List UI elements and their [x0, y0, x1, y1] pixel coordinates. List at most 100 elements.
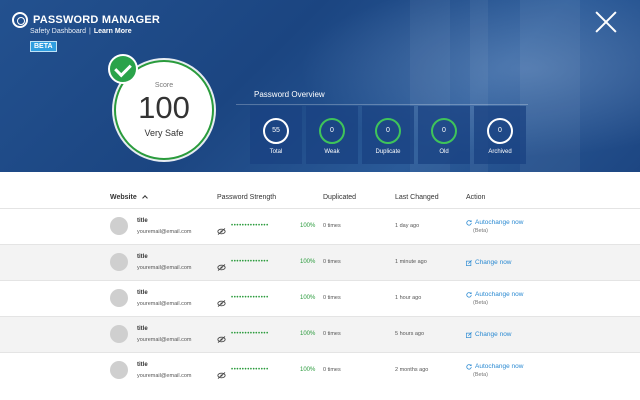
- strength-column-header: Password Strength: [217, 194, 277, 201]
- score-label: Score: [154, 82, 174, 89]
- strength-meter: ••••••••••••••: [231, 223, 269, 229]
- duplicated-value: 0 times: [323, 295, 341, 301]
- table-header: Website Password Strength Duplicated Las…: [0, 188, 640, 208]
- site-email: youremail@email.com: [137, 337, 192, 343]
- close-button[interactable]: [594, 10, 618, 34]
- dashboard-header: PASSWORD MANAGER Safety Dashboard | Lear…: [0, 0, 640, 172]
- strength-percent: 100%: [300, 295, 316, 301]
- avatar: [110, 325, 128, 343]
- autochange-now-link[interactable]: Autochange now: [466, 363, 523, 370]
- score-status: Very Safe: [144, 128, 184, 138]
- overview-card-duplicate[interactable]: 0 Duplicate: [362, 106, 414, 164]
- last-changed-value: 2 months ago: [395, 367, 429, 373]
- checkmark-icon: [108, 54, 138, 84]
- edit-icon: [466, 259, 472, 266]
- site-email: youremail@email.com: [137, 373, 192, 379]
- eye-hidden-icon[interactable]: [217, 222, 226, 235]
- action-beta-note: (Beta): [473, 228, 488, 234]
- site-title: title: [137, 362, 148, 368]
- beta-badge: BETA: [30, 41, 57, 52]
- strength-percent: 100%: [300, 331, 316, 337]
- overview-ring: 0: [375, 118, 401, 144]
- strength-meter: ••••••••••••••: [231, 367, 269, 373]
- page-subtitle: Safety Dashboard: [30, 28, 87, 35]
- overview-card-total[interactable]: 55 Total: [250, 106, 302, 164]
- refresh-icon: [466, 363, 472, 370]
- action-label: Change now: [475, 331, 512, 338]
- app-title: PASSWORD MANAGER: [33, 14, 161, 26]
- site-title: title: [137, 218, 148, 224]
- strength-percent: 100%: [300, 223, 316, 229]
- overview-card-weak[interactable]: 0 Weak: [306, 106, 358, 164]
- overview-label: Archived: [488, 149, 512, 155]
- strength-meter: ••••••••••••••: [231, 331, 269, 337]
- change-now-link[interactable]: Change now: [466, 331, 512, 338]
- website-column-header[interactable]: Website: [110, 194, 148, 201]
- avatar: [110, 361, 128, 379]
- table-row[interactable]: title youremail@email.com •••••••••••••• 10…: [0, 316, 640, 352]
- site-title: title: [137, 290, 148, 296]
- overview-label: Weak: [324, 149, 340, 155]
- overview-title: Password Overview: [254, 90, 325, 99]
- change-now-link[interactable]: Change now: [466, 259, 512, 266]
- avatar: [110, 253, 128, 271]
- site-email: youremail@email.com: [137, 301, 192, 307]
- password-manager-logo-icon: [12, 12, 28, 28]
- score-value: 100: [138, 90, 190, 125]
- overview-ring: 0: [487, 118, 513, 144]
- overview-ring: 0: [431, 118, 457, 144]
- action-column-header: Action: [466, 194, 486, 201]
- autochange-now-link[interactable]: Autochange now: [466, 219, 523, 226]
- duplicated-value: 0 times: [323, 223, 341, 229]
- last-changed-value: 1 minute ago: [395, 259, 427, 265]
- strength-percent: 100%: [300, 367, 316, 373]
- website-header-label: Website: [110, 194, 137, 201]
- edit-icon: [466, 331, 472, 338]
- subtitle-row: Safety Dashboard | Learn More: [30, 28, 132, 35]
- last-changed-value: 1 day ago: [395, 223, 420, 229]
- strength-meter: ••••••••••••••: [231, 259, 269, 265]
- table-row[interactable]: title youremail@email.com •••••••••••••• 10…: [0, 208, 640, 244]
- table-row[interactable]: title youremail@email.com •••••••••••••• 10…: [0, 280, 640, 316]
- action-label: Autochange now: [475, 291, 524, 298]
- subtitle-separator: |: [89, 28, 91, 35]
- overview-label: Total: [269, 149, 283, 155]
- site-email: youremail@email.com: [137, 229, 192, 235]
- eye-hidden-icon[interactable]: [217, 366, 226, 379]
- site-email: youremail@email.com: [137, 265, 192, 271]
- learn-more-link[interactable]: Learn More: [94, 28, 132, 35]
- table-row[interactable]: title youremail@email.com •••••••••••••• 10…: [0, 352, 640, 388]
- brand: PASSWORD MANAGER: [12, 12, 160, 28]
- sort-ascending-icon: [141, 195, 148, 201]
- action-beta-note: (Beta): [473, 372, 488, 378]
- eye-hidden-icon[interactable]: [217, 294, 226, 307]
- refresh-icon: [466, 291, 472, 298]
- action-beta-note: (Beta): [473, 300, 488, 306]
- duplicated-column-header: Duplicated: [323, 194, 357, 201]
- eye-hidden-icon[interactable]: [217, 258, 226, 271]
- overview-divider: [236, 104, 528, 105]
- table-row[interactable]: title youremail@email.com •••••••••••••• 10…: [0, 244, 640, 280]
- last-changed-value: 5 hours ago: [395, 331, 425, 337]
- strength-meter: ••••••••••••••: [231, 295, 269, 301]
- eye-hidden-icon[interactable]: [217, 330, 226, 343]
- overview-cards: 55 Total 0 Weak 0 Duplicate 0 Old 0 Arch…: [250, 106, 530, 164]
- site-title: title: [137, 326, 148, 332]
- overview-label: Duplicate: [375, 149, 401, 155]
- duplicated-value: 0 times: [323, 259, 341, 265]
- action-label: Autochange now: [475, 363, 524, 370]
- duplicated-value: 0 times: [323, 331, 341, 337]
- autochange-now-link[interactable]: Autochange now: [466, 291, 523, 298]
- last-changed-value: 1 hour ago: [395, 295, 422, 301]
- duplicated-value: 0 times: [323, 367, 341, 373]
- action-label: Change now: [475, 259, 512, 266]
- overview-ring: 0: [319, 118, 345, 144]
- action-label: Autochange now: [475, 219, 524, 226]
- avatar: [110, 289, 128, 307]
- overview-card-archived[interactable]: 0 Archived: [474, 106, 526, 164]
- refresh-icon: [466, 219, 472, 226]
- overview-card-old[interactable]: 0 Old: [418, 106, 470, 164]
- strength-percent: 100%: [300, 259, 316, 265]
- site-title: title: [137, 254, 148, 260]
- avatar: [110, 217, 128, 235]
